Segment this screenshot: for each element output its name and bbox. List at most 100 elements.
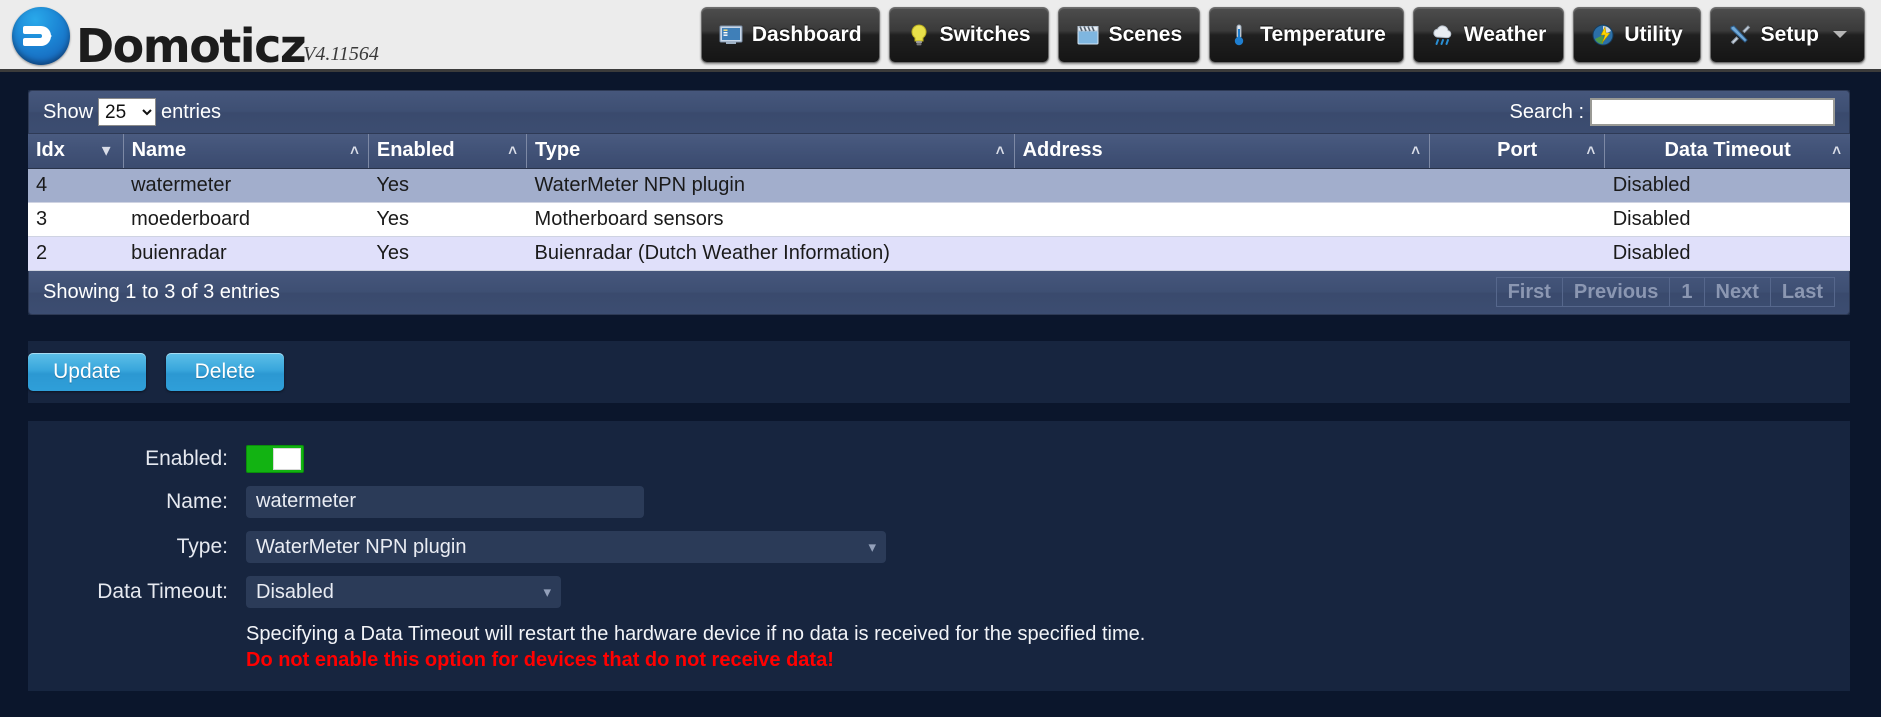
column-header-enabled[interactable]: Enabled ˄ xyxy=(368,134,528,169)
show-entries-label: Show xyxy=(43,100,94,123)
rain-cloud-icon xyxy=(1431,23,1455,47)
enabled-toggle[interactable] xyxy=(246,444,304,473)
clapperboard-icon xyxy=(1076,23,1100,47)
form-help-block: Specifying a Data Timeout will restart t… xyxy=(28,621,1850,673)
cell-data-timeout: Disabled xyxy=(1604,168,1850,203)
brand-name: Domoticz xyxy=(76,18,307,73)
cell-enabled: Yes xyxy=(368,236,527,271)
column-header-address[interactable]: Address ˄ xyxy=(1014,134,1431,169)
nav-item-label: Dashboard xyxy=(751,22,862,46)
nav-item-temperature[interactable]: Temperature xyxy=(1209,6,1404,63)
cell-type: WaterMeter NPN plugin xyxy=(526,168,1015,203)
name-label: Name: xyxy=(166,489,228,513)
column-header-name[interactable]: Name ˄ xyxy=(123,134,369,169)
nav-item-label: Scenes xyxy=(1108,22,1183,46)
cell-data-timeout: Disabled xyxy=(1604,202,1850,237)
search-input[interactable] xyxy=(1590,98,1835,126)
nav-item-dashboard[interactable]: Dashboard xyxy=(700,6,880,63)
column-header-label: Port xyxy=(1497,139,1538,162)
cell-port xyxy=(1429,236,1605,271)
sort-asc-icon: ˄ xyxy=(995,142,1005,160)
nav-item-utility[interactable]: Utility xyxy=(1573,6,1701,63)
sort-asc-icon: ˄ xyxy=(1586,142,1596,160)
column-header-label: Idx xyxy=(36,139,65,162)
column-header-label: Type xyxy=(535,139,581,162)
hardware-table: Idx ▼ Name ˄ Enabled ˄ Type ˄ Address ˄ Port ˄ Data … xyxy=(28,134,1850,271)
type-label: Type: xyxy=(176,534,228,558)
domoticz-logo-icon xyxy=(12,6,70,65)
pagination-1[interactable]: 1 xyxy=(1669,277,1704,307)
tools-icon xyxy=(1728,23,1752,47)
sort-desc-icon: ▼ xyxy=(98,142,114,160)
cell-type: Buienradar (Dutch Weather Information) xyxy=(526,236,1015,271)
table-header-row: Idx ▼ Name ˄ Enabled ˄ Type ˄ Address ˄ Port ˄ Data … xyxy=(28,134,1850,169)
nav-item-scenes[interactable]: Scenes xyxy=(1057,6,1201,63)
sort-asc-icon: ˄ xyxy=(1411,142,1421,160)
brand-logo[interactable]: Domoticz V4.11564 xyxy=(12,0,379,71)
data-timeout-help-text: Specifying a Data Timeout will restart t… xyxy=(246,622,1146,645)
pagination: First Previous 1 Next Last xyxy=(1495,277,1835,307)
table-row[interactable]: 2 buienradar Yes Buienradar (Dutch Weather … xyxy=(28,236,1850,271)
cell-idx: 3 xyxy=(28,202,124,237)
table-row[interactable]: 4 watermeter Yes WaterMeter NPN plugin Disab… xyxy=(28,168,1850,203)
hardware-table-panel: Show 102550100 entries Search : Idx ▼ Name… xyxy=(28,90,1850,315)
sort-asc-icon: ˄ xyxy=(350,142,359,160)
thermometer-icon xyxy=(1227,23,1251,47)
column-header-label: Data Timeout xyxy=(1664,139,1791,162)
type-select-wrapper: WaterMeter NPN plugin ▾ xyxy=(246,530,886,563)
data-timeout-select[interactable]: Disabled xyxy=(246,575,561,608)
name-input[interactable] xyxy=(246,485,644,518)
cell-idx: 2 xyxy=(28,236,124,271)
hardware-edit-form: Enabled: Name: Type: WaterMeter NPN plug… xyxy=(28,420,1850,691)
action-button-strip: Update Delete xyxy=(28,340,1850,403)
toggle-knob xyxy=(273,447,301,470)
column-header-port[interactable]: Port ˄ xyxy=(1429,134,1606,169)
top-navigation-bar: Domoticz V4.11564 Dashboard Switches Sce… xyxy=(0,0,1881,72)
nav-item-setup[interactable]: Setup xyxy=(1709,6,1865,63)
entries-suffix-label: entries xyxy=(161,100,222,123)
nav-item-label: Temperature xyxy=(1260,22,1386,46)
pagination-previous[interactable]: Previous xyxy=(1561,277,1670,307)
type-select[interactable]: WaterMeter NPN plugin xyxy=(246,530,886,563)
brand-version: V4.11564 xyxy=(303,42,379,65)
cell-address xyxy=(1014,168,1430,203)
column-header-type[interactable]: Type ˄ xyxy=(526,134,1015,169)
cell-enabled: Yes xyxy=(368,202,527,237)
cell-name: buienradar xyxy=(123,236,369,271)
form-row-name: Name: xyxy=(28,485,1850,518)
table-body: 4 watermeter Yes WaterMeter NPN plugin Disab… xyxy=(28,168,1850,271)
table-info-text: Showing 1 to 3 of 3 entries xyxy=(43,280,280,303)
update-button[interactable]: Update xyxy=(28,352,146,391)
column-header-data-timeout[interactable]: Data Timeout ˄ xyxy=(1604,134,1850,169)
nav-item-switches[interactable]: Switches xyxy=(888,6,1049,63)
form-row-type: Type: WaterMeter NPN plugin ▾ xyxy=(28,530,1850,563)
entries-length-select[interactable]: 102550100 xyxy=(98,98,157,126)
column-header-label: Enabled xyxy=(376,139,455,162)
search-label: Search : xyxy=(1509,100,1584,123)
delete-button[interactable]: Delete xyxy=(166,352,284,391)
nav-item-label: Switches xyxy=(939,22,1031,46)
nav-item-label: Setup xyxy=(1760,22,1819,46)
cell-idx: 4 xyxy=(28,168,124,203)
table-row[interactable]: 3 moederboard Yes Motherboard sensors Disabl… xyxy=(28,202,1850,237)
cell-enabled: Yes xyxy=(368,168,527,203)
pagination-next[interactable]: Next xyxy=(1703,277,1770,307)
pagination-last[interactable]: Last xyxy=(1769,277,1835,307)
nav-item-weather[interactable]: Weather xyxy=(1412,6,1565,63)
pagination-first[interactable]: First xyxy=(1495,277,1562,307)
column-header-label: Address xyxy=(1022,139,1103,162)
cell-port xyxy=(1429,168,1605,203)
lightbulb-icon xyxy=(907,23,931,47)
main-menu: Dashboard Switches Scenes Temperature We… xyxy=(700,0,1865,71)
table-toolbar: Show 102550100 entries Search : xyxy=(28,90,1850,134)
cell-address xyxy=(1014,202,1430,237)
cell-address xyxy=(1014,236,1430,271)
timeout-select-wrapper: Disabled ▾ xyxy=(246,575,561,608)
cell-port xyxy=(1429,202,1605,237)
page-body: Show 102550100 entries Search : Idx ▼ Name… xyxy=(0,90,1881,691)
column-header-idx[interactable]: Idx ▼ xyxy=(28,134,124,169)
sort-asc-icon: ˄ xyxy=(508,142,518,160)
enabled-label: Enabled: xyxy=(145,446,228,470)
column-header-label: Name xyxy=(131,139,187,162)
data-timeout-warning-text: Do not enable this option for devices th… xyxy=(246,648,834,671)
